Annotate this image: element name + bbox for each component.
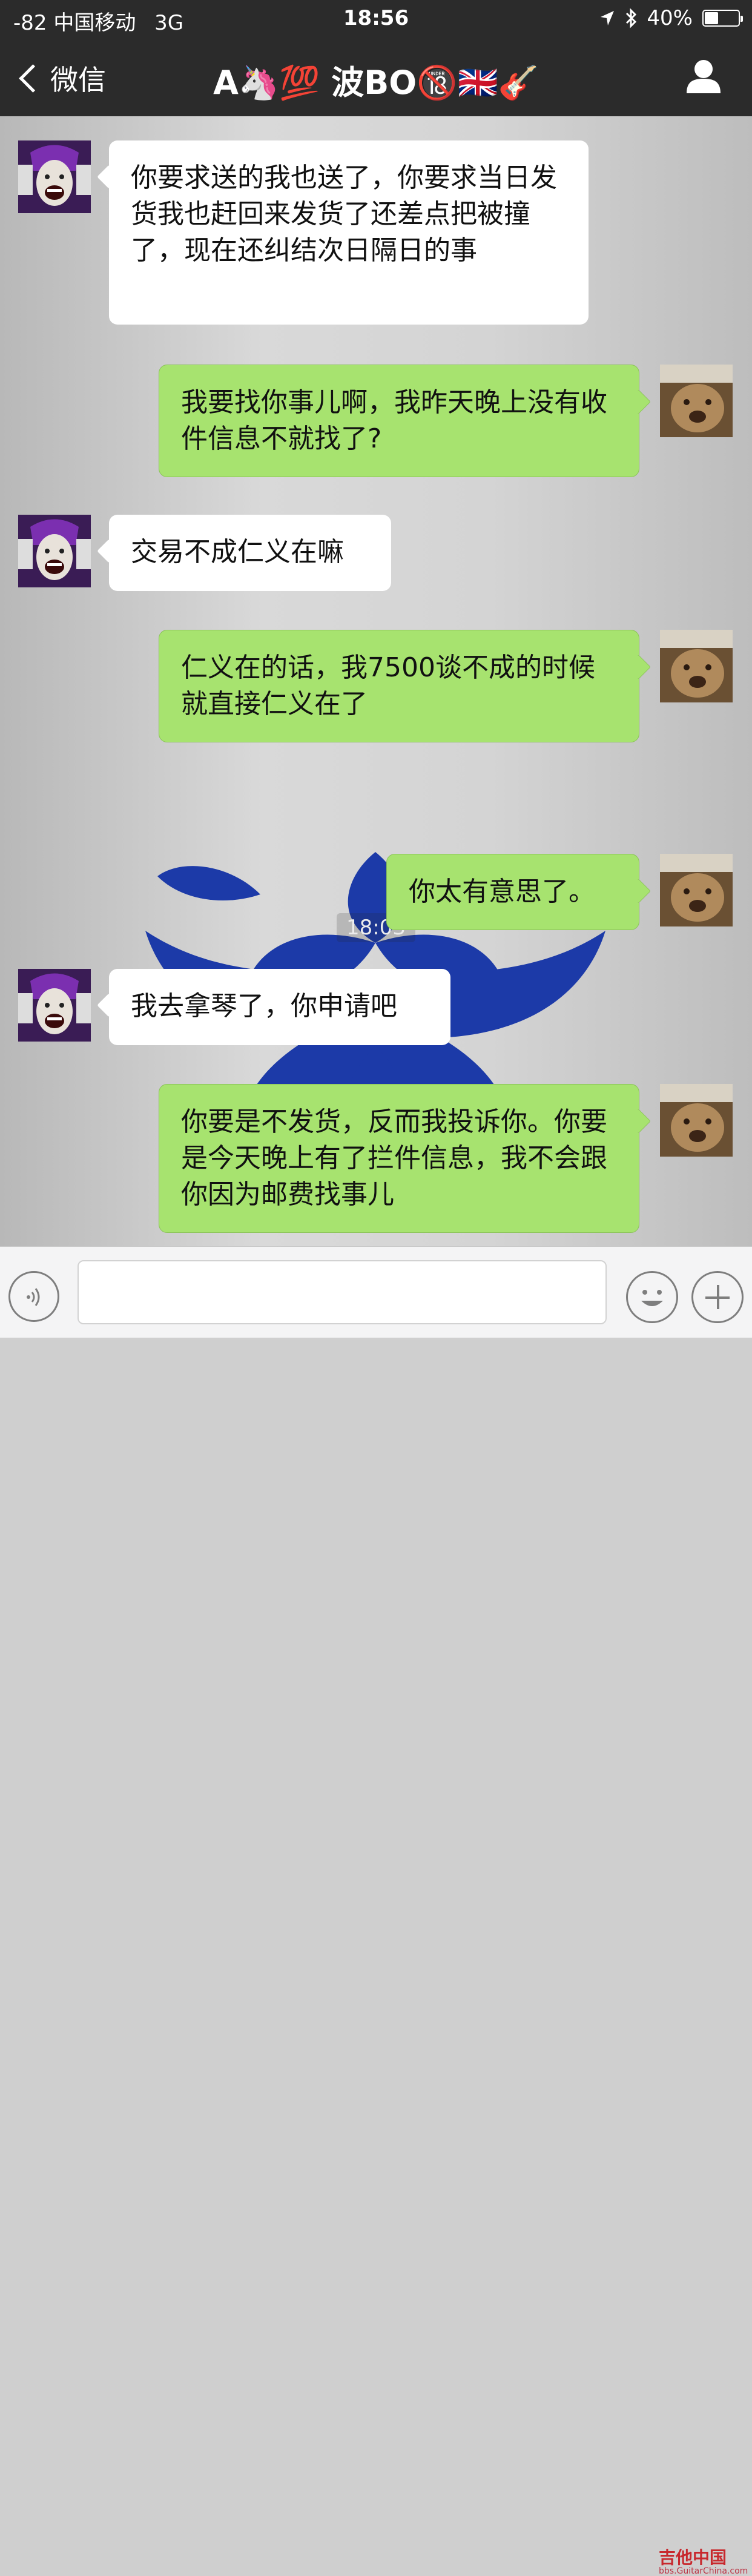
nav-bar: 微信 A🦄💯 波BO🔞🇬🇧🎸 [0,40,752,116]
message-input[interactable] [78,1260,607,1324]
message-text: 仁义在的话，我7500谈不成的时候就直接仁义在了 [181,652,595,719]
input-bar: 吉他中国 bbs.GuitarChina.com [0,1246,752,2575]
cat-avatar-image [660,854,733,926]
message-text: 你要求送的我也送了，你要求当日发货我也赶回来发货了还差点把被撞了，现在还纠结次日… [131,162,557,266]
add-button[interactable] [691,1271,744,1323]
joker-avatar-image [18,140,91,213]
status-right-group: 40% [599,6,743,30]
my-avatar[interactable] [660,365,733,437]
battery-icon [702,10,743,27]
bluetooth-icon [626,8,637,28]
voice-button[interactable] [8,1271,59,1322]
message-bubble-incoming[interactable]: 我去拿琴了，你申请吧 [109,969,450,1045]
smiley-icon [641,1290,663,1306]
message-bubble-incoming[interactable]: 你要求送的我也送了，你要求当日发货我也赶回来发货了还差点把被撞了，现在还纠结次日… [109,140,589,325]
status-bar: -82 中国移动 3G 18:56 40% [0,0,752,40]
contact-avatar[interactable] [18,969,91,1042]
cat-avatar-image [660,630,733,702]
location-arrow-icon [601,11,615,25]
message-bubble-outgoing[interactable]: 我要找你事儿啊，我昨天晚上没有收件信息不就找了? [159,365,639,477]
chat-title: A🦄💯 波BO🔞🇬🇧🎸 [213,64,539,102]
message-text: 交易不成仁义在嘛 [131,537,344,567]
cat-avatar-image [660,1084,733,1157]
my-avatar[interactable] [660,1084,733,1157]
cat-avatar-image [660,365,733,437]
voice-icon [27,1288,40,1306]
watermark-site: bbs.GuitarChina.com [659,2566,748,2576]
watermark-brand: 吉他中国 [659,2548,727,2568]
message-bubble-outgoing[interactable]: 仁义在的话，我7500谈不成的时候就直接仁义在了 [159,630,639,742]
joker-avatar-image [18,515,91,587]
profile-icon[interactable] [684,57,723,96]
chat-area[interactable]: 你要求送的我也送了，你要求当日发货我也赶回来发货了还差点把被撞了，现在还纠结次日… [0,116,752,1246]
message-bubble-incoming[interactable]: 交易不成仁义在嘛 [109,515,391,591]
my-avatar[interactable] [660,630,733,702]
my-avatar[interactable] [660,854,733,926]
emoji-button[interactable] [626,1271,678,1323]
message-text: 我去拿琴了，你申请吧 [131,991,397,1022]
message-text: 你太有意思了。 [409,876,595,907]
contact-avatar[interactable] [18,515,91,587]
message-text: 我要找你事儿啊，我昨天晚上没有收件信息不就找了? [181,387,607,454]
contact-avatar[interactable] [18,140,91,213]
battery-percent: 40% [647,6,693,30]
battery-fill [705,12,718,24]
message-bubble-outgoing[interactable]: 你太有意思了。 [386,854,639,930]
joker-avatar-image [18,969,91,1042]
watermark-logo: 吉他中国 bbs.GuitarChina.com [659,2548,748,2576]
message-bubble-outgoing[interactable]: 你要是不发货，反而我投诉你。你要是今天晚上有了拦件信息，我不会跟你因为邮费找事儿 [159,1084,639,1233]
message-text: 你要是不发货，反而我投诉你。你要是今天晚上有了拦件信息，我不会跟你因为邮费找事儿 [181,1106,607,1210]
